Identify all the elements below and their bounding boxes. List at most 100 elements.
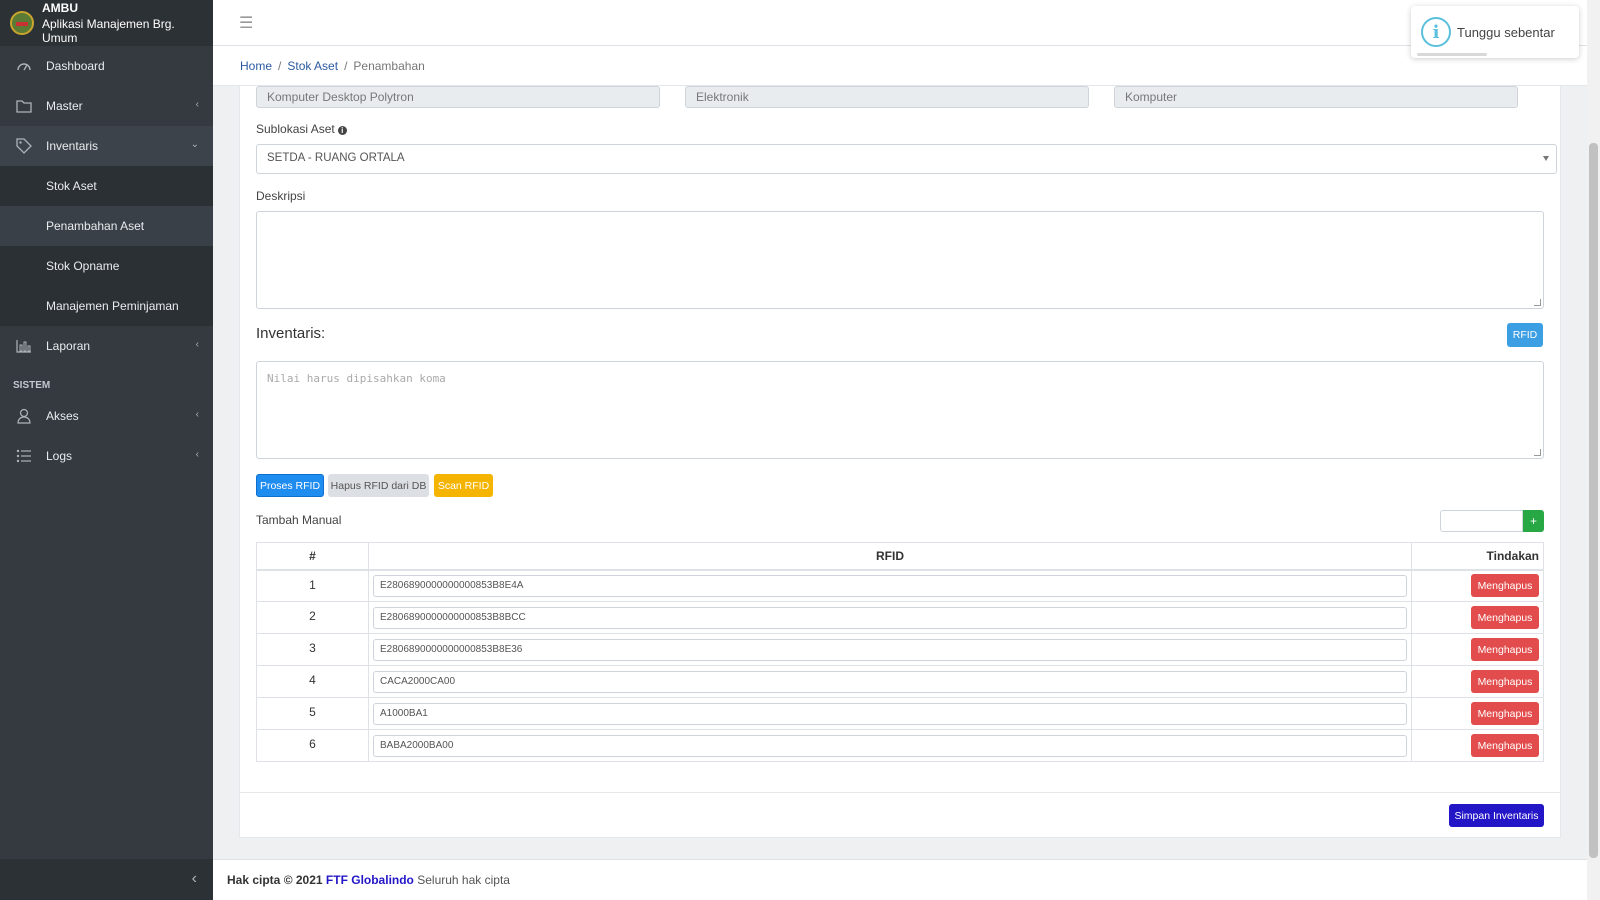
user-icon [16,408,32,424]
caret-down-icon [1543,156,1549,161]
sidebar-item-inventaris[interactable]: Inventaris ⌄ [0,126,213,166]
footer-copyright: Hak cipta © 2021 [227,873,323,887]
sidebar-item-manajemen-peminjaman[interactable]: Manajemen Peminjaman [0,286,213,326]
sidebar-item-label: Stok Opname [46,259,120,273]
collapse-sidebar-icon[interactable]: ‹ [192,870,197,888]
delete-button[interactable]: Menghapus [1471,702,1539,725]
deskripsi-textarea[interactable] [256,211,1544,309]
sidebar-item-stok-aset[interactable]: Stok Aset [0,166,213,206]
sidebar: AMBU Aplikasi Manajemen Brg. Umum Dashbo… [0,0,213,900]
add-rfid-button[interactable]: + [1523,510,1544,532]
rfid-input[interactable] [373,606,1407,629]
table-row: 2 Menghapus [256,601,1544,634]
table-row: 4 Menghapus [256,665,1544,698]
page-footer: Hak cipta © 2021 FTF Globalindo Seluruh … [213,859,1587,900]
proses-rfid-button[interactable]: Proses RFID [256,474,324,497]
rfid-input[interactable] [373,734,1407,757]
delete-button[interactable]: Menghapus [1471,734,1539,757]
scrollbar-thumb[interactable] [1589,143,1598,858]
brand-subtitle: Aplikasi Manajemen Brg. Umum [42,17,175,45]
brand-name: AMBU [42,1,78,15]
delete-button[interactable]: Menghapus [1471,574,1539,598]
card-footer-divider [240,792,1560,793]
rfid-table: # RFID Tindakan 1 Menghapus 2 Menghapus … [256,542,1544,762]
sidebar-item-akses[interactable]: Akses ‹ [0,396,213,436]
sublokasi-select[interactable]: SETDA - RUANG ORTALA [256,144,1557,174]
tambah-manual-label: Tambah Manual [256,513,342,527]
breadcrumb-home[interactable]: Home [240,59,272,73]
table-header-row: # RFID Tindakan [256,542,1544,571]
manual-rfid-input[interactable] [1440,510,1523,532]
sidebar-item-logs[interactable]: Logs ‹ [0,436,213,476]
sidebar-item-label: Akses [46,409,79,423]
row-number: 1 [256,569,369,602]
delete-button[interactable]: Menghapus [1471,638,1539,661]
asset-category-field[interactable]: Elektronik [685,86,1089,108]
row-number: 6 [256,729,369,762]
breadcrumb-stok-aset[interactable]: Stok Aset [287,59,338,73]
breadcrumb: Home / Stok Aset / Penambahan [240,59,425,73]
sublokasi-label-text: Sublokasi Aset [256,122,335,136]
breadcrumb-bar: Home / Stok Aset / Penambahan [213,46,1587,86]
sublokasi-selected-value: SETDA - RUANG ORTALA [267,152,405,164]
resize-grip-icon[interactable] [1534,299,1541,306]
sidebar-section-header: SISTEM [13,380,51,391]
topbar: ☰ [213,0,1587,46]
simpan-inventaris-button[interactable]: Simpan Inventaris [1449,804,1544,827]
chevron-down-icon: ⌄ [190,139,199,150]
sublokasi-label: Sublokasi Aset i [256,122,347,136]
column-header-rfid: RFID [368,542,1412,571]
delete-button[interactable]: Menghapus [1471,606,1539,629]
rfid-input[interactable] [373,670,1407,693]
sidebar-submenu: Stok Aset Penambahan Aset Stok Opname Ma… [0,166,213,326]
hamburger-menu-icon[interactable]: ☰ [239,13,253,33]
inventaris-textarea[interactable]: Nilai harus dipisahkan koma [256,361,1544,459]
breadcrumb-current: Penambahan [353,59,425,73]
delete-button[interactable]: Menghapus [1471,670,1539,693]
sidebar-item-label: Laporan [46,339,91,353]
table-row: 6 Menghapus [256,729,1544,762]
toast-message: Tunggu sebentar [1457,24,1555,40]
page-scrollbar[interactable] [1587,0,1600,900]
table-row: 5 Menghapus [256,697,1544,730]
list-icon [16,448,32,464]
row-number: 5 [256,697,369,730]
asset-type-field[interactable]: Komputer [1114,86,1518,108]
brand[interactable]: AMBU Aplikasi Manajemen Brg. Umum [0,0,213,46]
column-header-tindakan: Tindakan [1411,542,1544,571]
sidebar-item-label: Inventaris [46,139,99,153]
tag-icon [16,138,32,154]
footer-company-link[interactable]: FTF Globalindo [326,873,414,887]
breadcrumb-separator: / [344,59,348,73]
rfid-input[interactable] [373,574,1407,597]
brand-logo [10,11,34,35]
table-row: 1 Menghapus [256,569,1544,602]
inventaris-title: Inventaris: [256,325,326,342]
sidebar-item-master[interactable]: Master ‹ [0,86,213,126]
chevron-left-icon: ‹ [195,99,199,110]
sidebar-item-laporan[interactable]: Laporan ‹ [0,326,213,366]
resize-grip-icon[interactable] [1534,449,1541,456]
scan-rfid-button[interactable]: Scan RFID [434,474,493,497]
deskripsi-label: Deskripsi [256,189,306,203]
hapus-rfid-button[interactable]: Hapus RFID dari DB [328,474,429,497]
info-icon[interactable]: i [337,126,347,135]
sidebar-item-label: Master [46,99,83,113]
sidebar-item-label: Penambahan Aset [46,219,145,233]
sidebar-item-label: Logs [46,449,73,463]
rfid-button[interactable]: RFID [1507,323,1543,347]
row-number: 2 [256,601,369,634]
sidebar-item-stok-opname[interactable]: Stok Opname [0,246,213,286]
asset-name-field[interactable]: Komputer Desktop Polytron [256,86,660,108]
sidebar-item-penambahan-aset[interactable]: Penambahan Aset [0,206,213,246]
footer-rights: Seluruh hak cipta [417,873,510,887]
table-row: 3 Menghapus [256,633,1544,666]
chevron-left-icon: ‹ [195,339,199,350]
inventory-form-card: Komputer Desktop Polytron Elektronik Kom… [239,86,1561,838]
palette-icon [16,58,32,74]
rfid-input[interactable] [373,702,1407,725]
sidebar-item-dashboard[interactable]: Dashboard [0,46,213,86]
rfid-input[interactable] [373,638,1407,661]
chevron-left-icon: ‹ [195,449,199,460]
bar-chart-icon [16,338,32,354]
